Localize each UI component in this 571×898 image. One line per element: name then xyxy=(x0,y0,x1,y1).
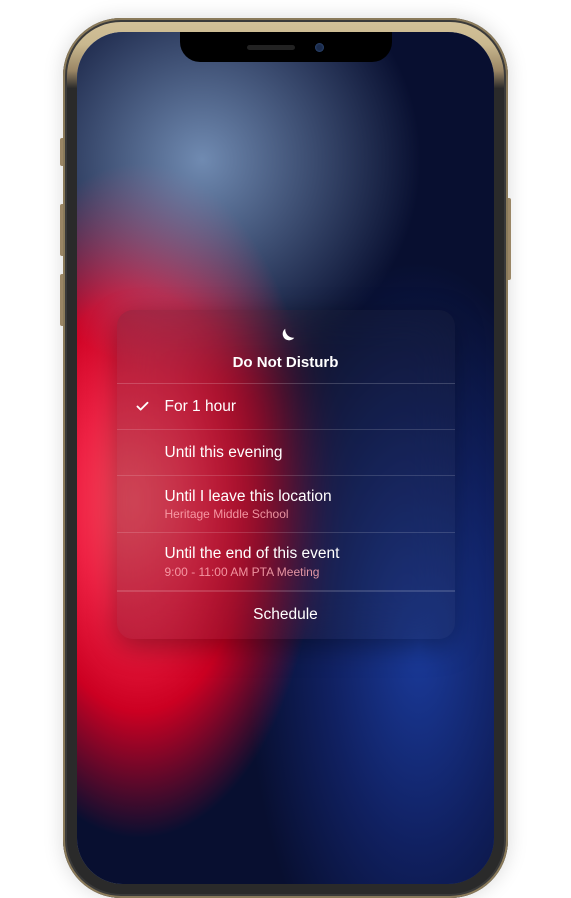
display-notch xyxy=(180,32,392,62)
dnd-title: Do Not Disturb xyxy=(233,354,339,371)
schedule-label: Schedule xyxy=(253,606,318,623)
volume-down-button xyxy=(60,274,63,326)
power-button xyxy=(508,198,511,280)
option-text: For 1 hour xyxy=(165,397,437,416)
dnd-header: Do Not Disturb xyxy=(117,310,455,384)
option-label: Until the end of this event xyxy=(165,544,437,563)
silence-switch xyxy=(60,138,63,166)
phone-side-buttons-left xyxy=(60,138,63,344)
dnd-option-until-event-end[interactable]: Until the end of this event 9:00 - 11:00… xyxy=(117,533,455,590)
front-camera xyxy=(315,43,324,52)
speaker-grill xyxy=(247,45,295,50)
option-label: Until this evening xyxy=(165,443,437,462)
phone-screen: Do Not Disturb For 1 hour Until this eve… xyxy=(77,32,494,884)
iphone-device-frame: Do Not Disturb For 1 hour Until this eve… xyxy=(63,18,508,898)
option-sublabel: 9:00 - 11:00 AM PTA Meeting xyxy=(165,565,437,579)
option-text: Until this evening xyxy=(165,443,437,462)
option-text: Until I leave this location Heritage Mid… xyxy=(165,487,437,521)
option-text: Until the end of this event 9:00 - 11:00… xyxy=(165,544,437,578)
option-label: Until I leave this location xyxy=(165,487,437,506)
dnd-option-until-evening[interactable]: Until this evening xyxy=(117,430,455,476)
option-sublabel: Heritage Middle School xyxy=(165,507,437,521)
do-not-disturb-panel: Do Not Disturb For 1 hour Until this eve… xyxy=(117,310,455,639)
volume-up-button xyxy=(60,204,63,256)
checkmark-icon xyxy=(135,399,165,414)
moon-icon xyxy=(275,326,297,348)
option-label: For 1 hour xyxy=(165,397,437,416)
schedule-button[interactable]: Schedule xyxy=(117,591,455,639)
dnd-option-until-leave-location[interactable]: Until I leave this location Heritage Mid… xyxy=(117,476,455,533)
dnd-option-for-1-hour[interactable]: For 1 hour xyxy=(117,384,455,430)
